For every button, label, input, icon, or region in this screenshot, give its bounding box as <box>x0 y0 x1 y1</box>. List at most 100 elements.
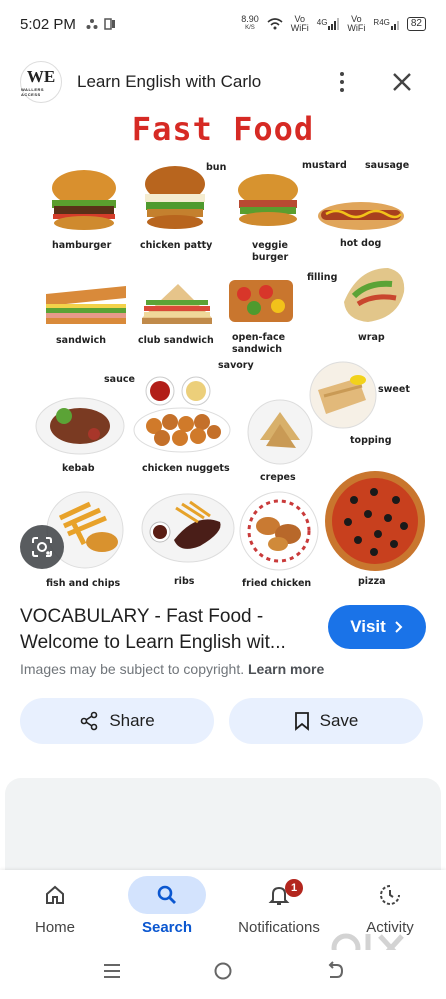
hot-dog-illustration <box>318 202 404 230</box>
label-hot-dog: hot dog <box>340 238 382 249</box>
chicken-patty-illustration <box>145 166 205 229</box>
label-veggie-burger-2: burger <box>252 252 289 263</box>
bookmark-icon <box>294 712 309 731</box>
nav-notifications-label: Notifications <box>238 919 320 936</box>
source-title[interactable]: Learn English with Carlo <box>77 72 261 92</box>
visit-label: Visit <box>350 617 386 636</box>
visit-button[interactable]: Visit <box>328 605 426 649</box>
notification-badge: 1 <box>285 879 303 897</box>
label-chicken-nuggets: chicken nuggets <box>142 463 230 474</box>
hamburger-illustration <box>52 170 116 230</box>
site-logo[interactable]: WE WALLERS ACCESS <box>20 61 62 103</box>
speed-value: 8.90 <box>241 14 259 24</box>
label-chicken-patty: chicken patty <box>140 240 213 251</box>
status-right: 8.90 K/S Vo WiFi 4G Vo WiFi R4G 82 <box>241 15 426 33</box>
activity-icon <box>380 885 400 905</box>
home-circle-icon[interactable] <box>213 961 233 981</box>
save-label: Save <box>319 711 359 730</box>
source-header: WE WALLERS ACCESS Learn English with Car… <box>0 56 446 108</box>
battery-indicator: 82 <box>406 17 426 31</box>
open-face-sandwich-illustration <box>229 280 293 322</box>
result-title-line2: Welcome to Learn English wit... <box>20 632 286 653</box>
crepes-illustration <box>247 399 313 465</box>
label-sauce: sauce <box>104 374 135 385</box>
label-open-face-1: open-face <box>232 332 286 343</box>
image-title: Fast Food <box>131 110 315 148</box>
network-speed: 8.90 K/S <box>241 15 259 33</box>
logo-text: WE <box>26 67 56 86</box>
vowifi-1: Vo WiFi <box>291 15 309 33</box>
nav-home-label: Home <box>34 919 75 936</box>
result-title[interactable]: VOCABULARY - Fast Food - Welcome to Lear… <box>20 604 320 656</box>
status-time: 5:02 PM <box>20 15 76 33</box>
chicken-nuggets-illustration <box>133 407 231 453</box>
network-type-1: 4G <box>316 18 328 27</box>
label-ribs: ribs <box>174 576 195 587</box>
logo-subtext: WALLERS ACCESS <box>21 87 45 97</box>
more-vert-icon <box>340 72 344 76</box>
share-label: Share <box>109 711 155 730</box>
close-icon[interactable] <box>388 68 416 96</box>
nav-search-label: Search <box>141 919 193 936</box>
label-hamburger: hamburger <box>52 240 112 251</box>
label-open-face-2: sandwich <box>232 344 283 355</box>
nav-home[interactable]: Home <box>5 876 105 936</box>
speed-unit: K/S <box>245 25 255 31</box>
recents-icon[interactable] <box>102 962 122 980</box>
ribs-illustration <box>141 493 235 563</box>
chevron-right-icon <box>395 621 403 633</box>
signal-2: R4G <box>373 18 399 30</box>
label-savory: savory <box>218 360 254 371</box>
label-fried-chicken: fried chicken <box>242 578 312 589</box>
label-veggie-burger-1: veggie <box>252 240 288 251</box>
sauce-bowls-illustration <box>145 376 211 406</box>
label-filling: filling <box>307 272 338 283</box>
lens-button[interactable] <box>20 525 64 569</box>
kebab-illustration <box>35 397 125 455</box>
label-fish-and-chips: fish and chips <box>46 578 121 589</box>
sandwich-illustration <box>46 286 126 324</box>
veggie-burger-illustration <box>238 174 298 226</box>
label-kebab: kebab <box>62 463 95 474</box>
result-title-line1: VOCABULARY - Fast Food - <box>20 606 264 627</box>
vowifi-1-bottom: WiFi <box>290 23 309 33</box>
related-results-card <box>5 778 441 878</box>
learn-more-link[interactable]: Learn more <box>248 661 324 677</box>
wrap-illustration <box>344 268 405 322</box>
label-crepes: crepes <box>260 472 296 483</box>
label-sweet: sweet <box>378 384 410 395</box>
status-bar: 5:02 PM 8.90 K/S Vo WiFi 4G Vo WiFi R4G … <box>0 0 446 48</box>
network-type-2: R4G <box>373 18 390 27</box>
nav-notifications[interactable]: 1 Notifications <box>229 876 329 936</box>
signal-1: 4G <box>317 18 340 30</box>
more-options-button[interactable] <box>330 68 354 96</box>
home-icon <box>46 885 64 904</box>
label-mustard: mustard <box>302 160 347 171</box>
vowifi-2: Vo WiFi <box>347 15 365 33</box>
status-left-icons <box>86 18 116 30</box>
system-navigation-bar <box>0 950 446 999</box>
nav-activity[interactable]: Activity <box>340 876 440 936</box>
share-button[interactable]: Share <box>20 698 214 744</box>
share-status-icon <box>86 19 98 29</box>
label-wrap: wrap <box>358 332 385 343</box>
copyright-notice: Images may be subject to copyright. Lear… <box>20 661 324 677</box>
copyright-text: Images may be subject to copyright. <box>20 661 245 677</box>
label-sandwich: sandwich <box>56 335 107 346</box>
sim-status-icon <box>104 18 115 30</box>
wifi-icon <box>267 18 283 30</box>
vowifi-2-bottom: WiFi <box>347 23 366 33</box>
search-icon <box>157 885 176 904</box>
sweet-crepes-illustration <box>309 361 377 429</box>
pizza-illustration <box>325 471 425 571</box>
club-sandwich-illustration <box>142 284 212 324</box>
back-icon[interactable] <box>325 961 345 981</box>
share-icon <box>81 711 98 731</box>
label-pizza: pizza <box>358 576 386 587</box>
nav-search[interactable]: Search <box>117 876 217 936</box>
save-button[interactable]: Save <box>229 698 423 744</box>
label-sausage: sausage <box>365 160 410 171</box>
label-topping: topping <box>350 435 392 446</box>
lens-icon <box>32 537 52 557</box>
result-image[interactable]: Fast Food bun mustard sausage hamburger … <box>20 110 426 596</box>
